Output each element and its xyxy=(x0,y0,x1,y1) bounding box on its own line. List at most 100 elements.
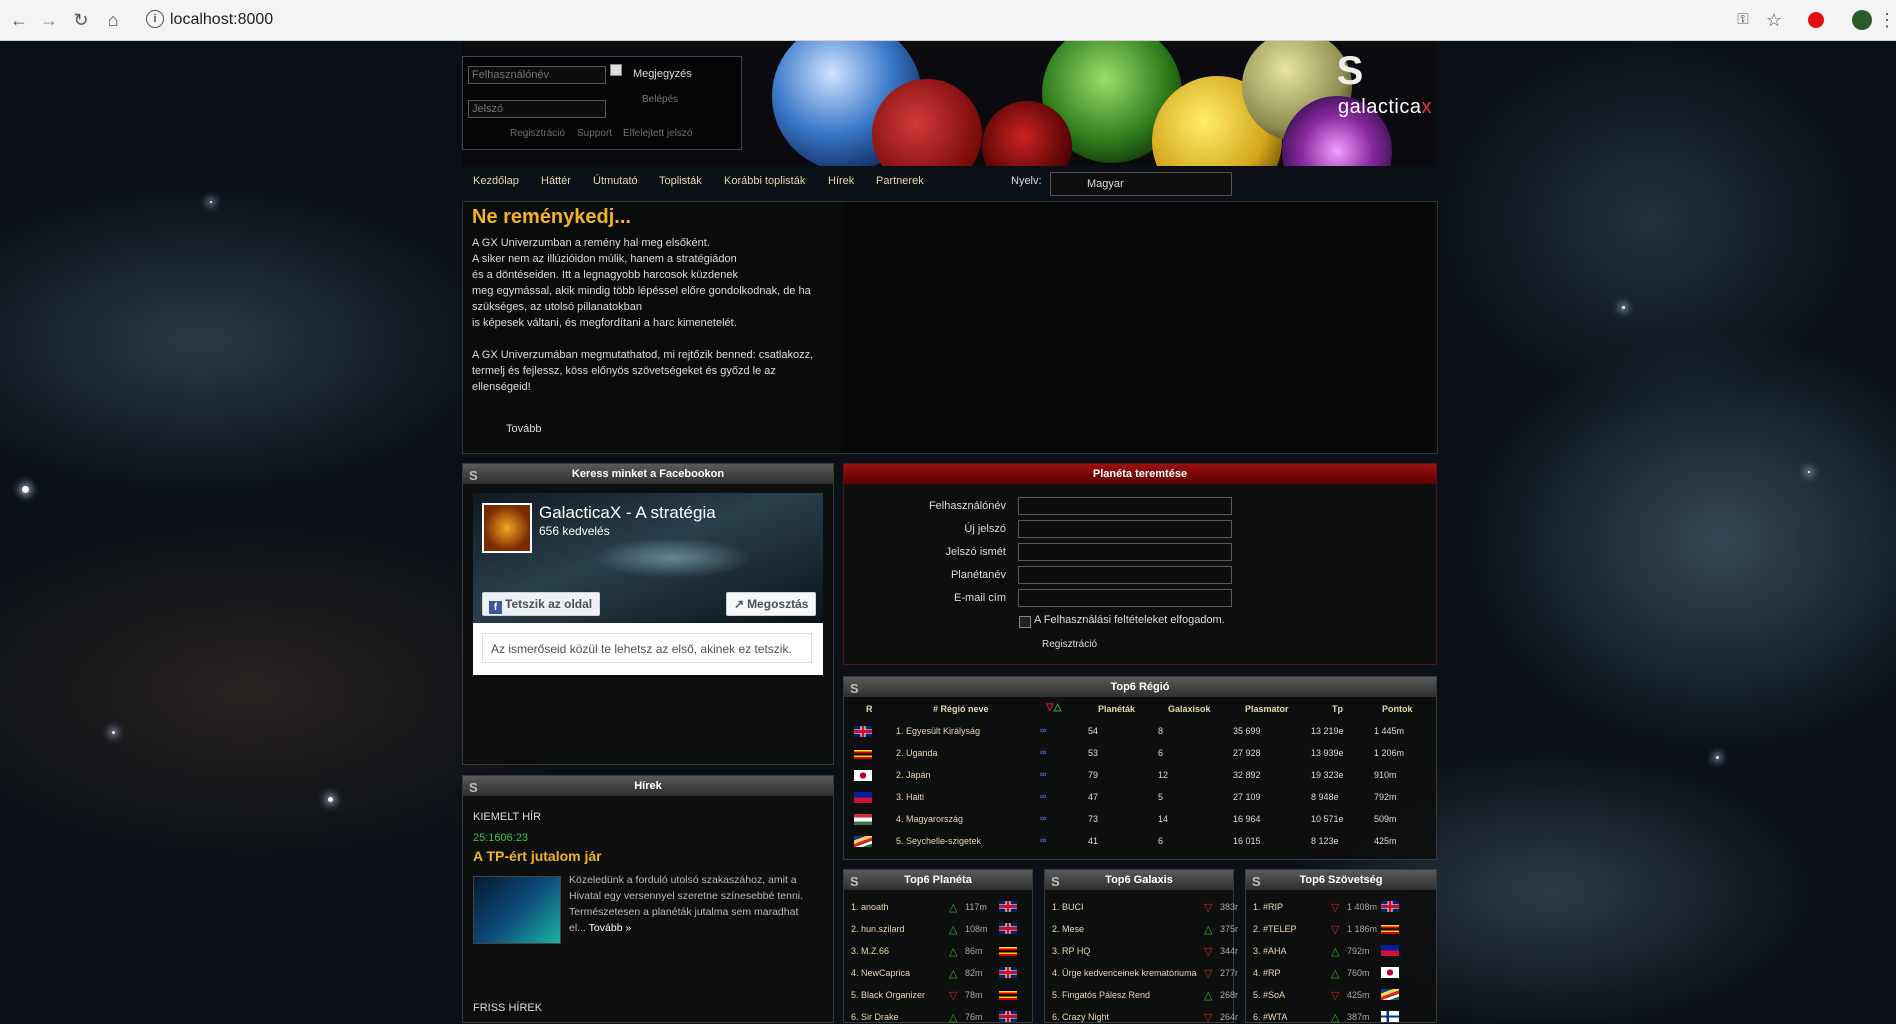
reload-icon[interactable]: ↻ xyxy=(70,9,92,31)
planet-name[interactable]: 3. M.Z.66 xyxy=(851,946,943,956)
share-arrow-icon: ↗ xyxy=(734,597,745,611)
galaxy-name[interactable]: 2. Mese xyxy=(1052,924,1198,934)
hero-line: szükséges, az utolsó pillanatokban xyxy=(472,301,642,313)
region-name[interactable]: 2. Japán xyxy=(896,770,931,780)
facebook-share-button[interactable]: ↗ Megosztás xyxy=(726,592,816,616)
password-input[interactable] xyxy=(468,100,606,118)
planet-name[interactable]: 1. anoath xyxy=(851,902,943,912)
planet-name[interactable]: 5. Black Organizer xyxy=(851,990,943,1000)
region-name[interactable]: 4. Magyarország xyxy=(896,814,963,824)
forward-arrow-icon[interactable]: → xyxy=(38,9,60,31)
bookmark-star-icon[interactable]: ☆ xyxy=(1763,9,1785,31)
key-icon[interactable]: ⚿ xyxy=(1732,9,1754,31)
facebook-page-avatar[interactable] xyxy=(482,503,532,553)
alliance-name[interactable]: 2. #TELEP xyxy=(1253,924,1325,934)
menu-item-toplists[interactable]: Toplisták xyxy=(659,175,702,187)
planet-flag-icon xyxy=(999,989,1017,1000)
hero-more-link[interactable]: Tovább xyxy=(506,423,541,435)
news-more-link[interactable]: Tovább » xyxy=(589,922,632,934)
alliance-name[interactable]: 3. #AHA xyxy=(1253,946,1325,956)
username-input[interactable] xyxy=(468,66,606,84)
register-planet-name-input[interactable] xyxy=(1018,566,1232,584)
planet-flag-icon xyxy=(999,967,1017,978)
galaxy-name[interactable]: 5. Fingatós Pálesz Rend xyxy=(1052,990,1198,1000)
region-galaxies: 6 xyxy=(1158,836,1164,846)
register-username-input[interactable] xyxy=(1018,497,1232,515)
region-planets: 79 xyxy=(1088,770,1099,780)
hero-line: termelj és fejlessz, köss előnyös szövet… xyxy=(472,365,776,377)
site-info-icon[interactable]: i xyxy=(146,10,164,28)
language-select[interactable]: Magyar xyxy=(1050,172,1232,196)
register-password-input[interactable] xyxy=(1018,520,1232,538)
facebook-friends-text: Az ismerőseid közül te lehetsz az első, … xyxy=(482,633,812,663)
region-flag-icon xyxy=(854,836,872,847)
planet-name[interactable]: 4. NewCaprica xyxy=(851,968,943,978)
region-name[interactable]: 2. Uganda xyxy=(896,748,938,758)
address-bar[interactable]: i localhost:8000 xyxy=(140,7,1730,33)
alliance-trend-up-icon: △ xyxy=(1331,968,1340,980)
star-decoration xyxy=(328,797,333,802)
menu-kebab-icon[interactable]: ⋮ xyxy=(1876,9,1896,31)
login-button[interactable]: Belépés xyxy=(642,94,678,105)
facebook-like-button[interactable]: f Tetszik az oldal xyxy=(482,592,600,616)
home-icon[interactable]: ⌂ xyxy=(102,9,124,31)
forgot-password-link[interactable]: Elfelejtett jelszó xyxy=(623,128,692,139)
galacticax-logo-icon: S xyxy=(1336,49,1364,93)
planet-value: 78m xyxy=(965,990,983,1000)
galaxy-value: 277r xyxy=(1220,968,1239,978)
alliance-flag-icon xyxy=(1381,923,1399,934)
terms-checkbox[interactable] xyxy=(1019,616,1031,628)
planet-trend-up-icon: △ xyxy=(949,968,958,980)
news-thumbnail-image[interactable] xyxy=(473,876,561,944)
menu-item-guide[interactable]: Útmutató xyxy=(593,175,638,187)
register-username-label: Felhasználónév xyxy=(928,500,1006,512)
region-trend-icon: ∞ xyxy=(1040,835,1047,845)
alliance-flag-icon xyxy=(1381,901,1399,912)
alliance-name[interactable]: 5. #SoA xyxy=(1253,990,1325,1000)
galaxy-value: 375r xyxy=(1220,924,1239,934)
region-name[interactable]: 5. Seychelle-szigetek xyxy=(896,836,981,846)
star-decoration xyxy=(1622,306,1625,309)
register-password-confirm-input[interactable] xyxy=(1018,543,1232,561)
planet-trend-down-icon: ▽ xyxy=(949,990,958,1002)
news-title[interactable]: A TP-ért jutalom jár xyxy=(473,848,602,864)
top-planet-title: Top6 Planéta xyxy=(904,874,972,886)
menu-item-partners[interactable]: Partnerek xyxy=(876,175,924,187)
star-decoration xyxy=(1716,756,1719,759)
remember-checkbox[interactable] xyxy=(610,64,622,76)
region-galaxies: 5 xyxy=(1158,792,1164,802)
facebook-page-name[interactable]: GalacticaX - A stratégia xyxy=(539,503,716,523)
menu-item-previous-toplists[interactable]: Korábbi toplisták xyxy=(724,175,805,187)
hero-line: A GX Univerzumban a remény hal meg elsők… xyxy=(472,237,710,249)
planet-name[interactable]: 2. hun.szilard xyxy=(851,924,943,934)
region-tp: 10 571e xyxy=(1311,814,1344,824)
main-menu: Kezdőlap Háttér Útmutató Toplisták Koráb… xyxy=(462,166,1436,198)
galaxy-name[interactable]: 1. BUCI xyxy=(1052,902,1198,912)
region-name[interactable]: 1. Egyesült Királyság xyxy=(896,726,980,736)
profile-avatar[interactable] xyxy=(1852,10,1872,30)
region-tp: 8 948e xyxy=(1311,792,1339,802)
register-email-input[interactable] xyxy=(1018,589,1232,607)
region-trend-sort-icon[interactable]: ▽△ xyxy=(1046,702,1061,713)
back-arrow-icon[interactable]: ← xyxy=(8,9,30,31)
menu-item-background[interactable]: Háttér xyxy=(541,175,571,187)
register-submit-button[interactable]: Regisztráció xyxy=(1042,639,1097,650)
register-link[interactable]: Regisztráció xyxy=(510,128,565,139)
alliance-name[interactable]: 1. #RIP xyxy=(1253,902,1325,912)
brand-logo-text[interactable]: galacticax xyxy=(1338,96,1432,119)
menu-item-home[interactable]: Kezdőlap xyxy=(473,175,519,187)
planet-trend-up-icon: △ xyxy=(949,1012,958,1024)
news-panel-header: S Hírek xyxy=(463,776,833,796)
galaxy-name[interactable]: 3. RP HQ xyxy=(1052,946,1198,956)
planet-value: 86m xyxy=(965,946,983,956)
menu-item-news[interactable]: Hírek xyxy=(828,175,854,187)
support-link[interactable]: Support xyxy=(577,128,612,139)
planet-flag-icon xyxy=(999,945,1017,956)
adblock-extension-icon[interactable] xyxy=(1808,12,1824,28)
galacticax-small-logo-icon: S xyxy=(1252,874,1261,889)
top-galaxy-title: Top6 Galaxis xyxy=(1105,874,1173,886)
region-col-tp: Tp xyxy=(1332,704,1343,714)
alliance-name[interactable]: 4. #RP xyxy=(1253,968,1325,978)
region-name[interactable]: 3. Haiti xyxy=(896,792,924,802)
galaxy-name[interactable]: 4. Ürge kedvenceinek krematóriuma xyxy=(1052,968,1198,978)
